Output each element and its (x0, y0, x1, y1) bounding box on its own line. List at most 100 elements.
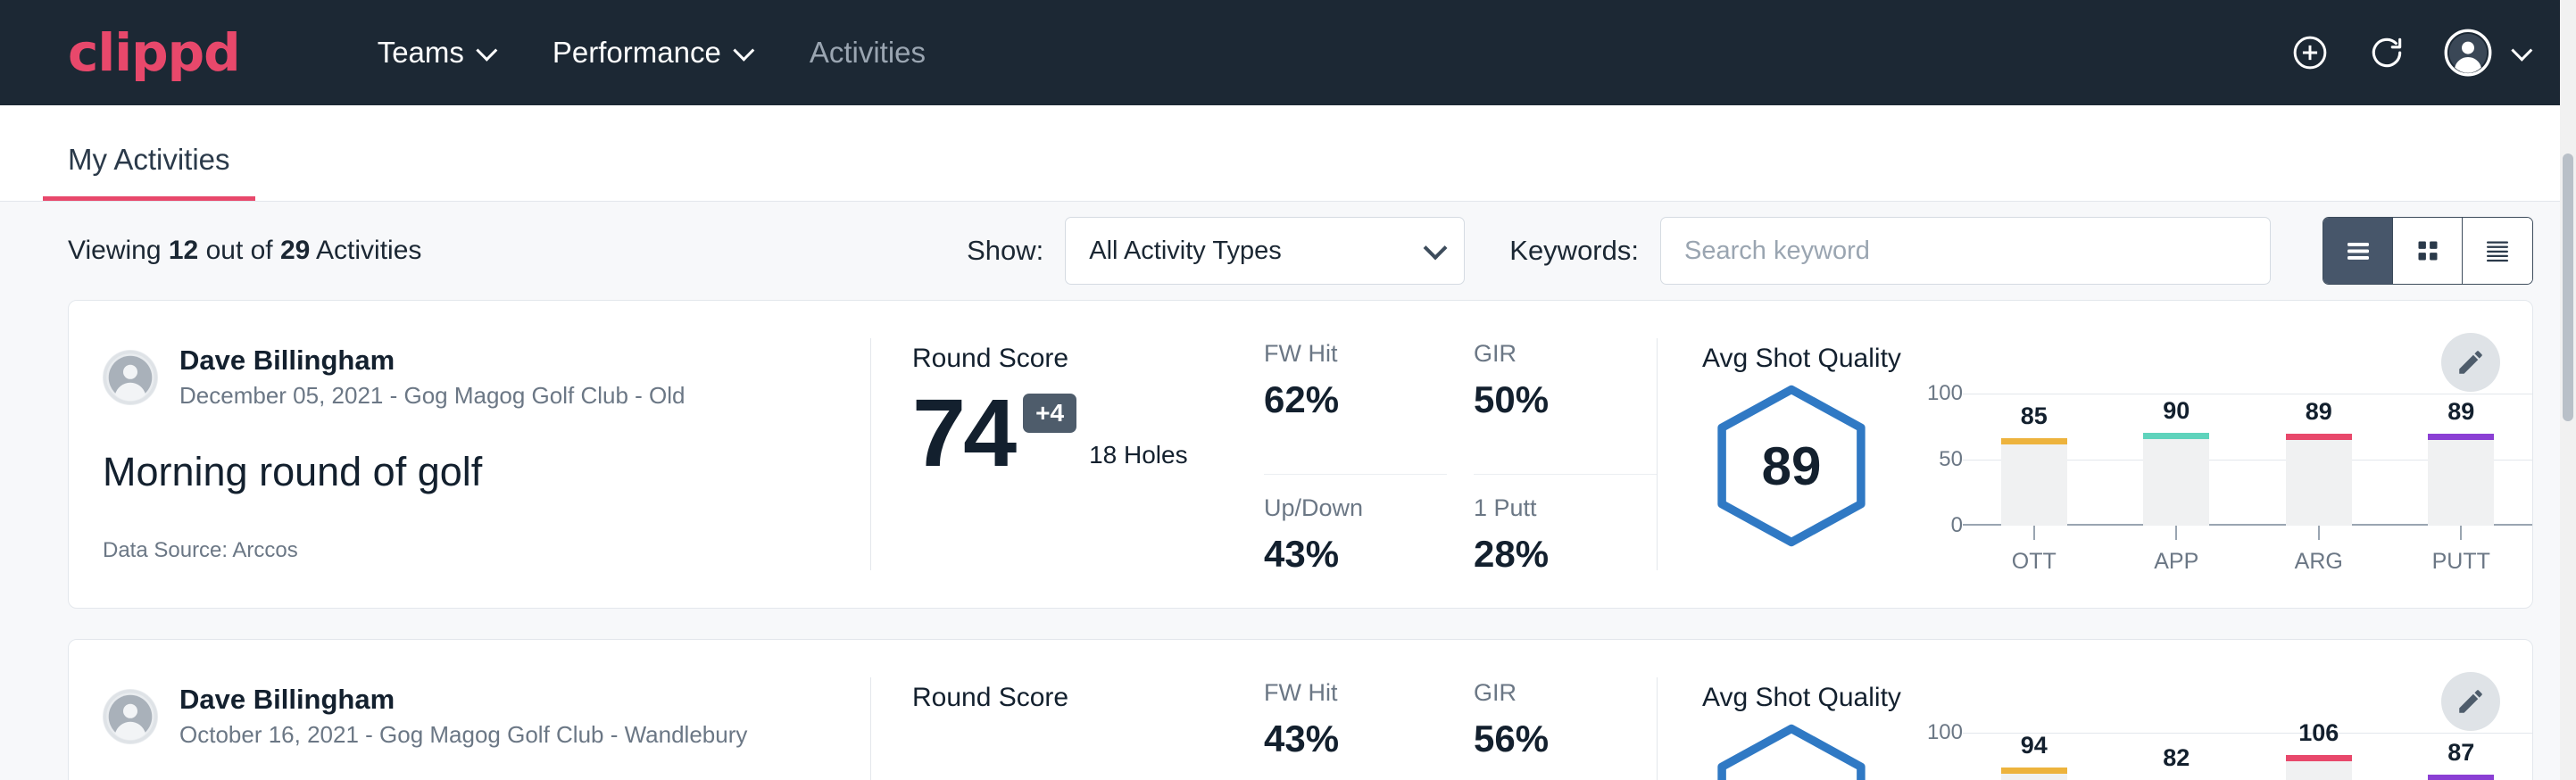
edit-activity-button[interactable] (2441, 333, 2500, 392)
scrollbar-thumb[interactable] (2563, 154, 2573, 421)
stat-fw-hit: FW Hit 62% (1264, 340, 1447, 475)
round-stats: FW Hit 43% GIR 56% (1264, 640, 1657, 780)
bar-cap (2143, 433, 2209, 439)
y-axis: 100 50 0 (1904, 733, 1963, 780)
nav-item-performance[interactable]: Performance (522, 27, 779, 79)
shot-quality-chart: 100 50 0 94 82 (1881, 720, 2532, 780)
stat-value: 56% (1474, 718, 1626, 760)
edit-activity-button[interactable] (2441, 672, 2500, 731)
bar-putt[interactable]: 87 (2428, 775, 2494, 780)
view-toggle-compact[interactable] (2463, 218, 2532, 284)
x-axis-tick (2390, 526, 2533, 540)
avatar (103, 350, 158, 405)
view-toggle-list[interactable] (2323, 218, 2393, 284)
refresh-icon[interactable] (2367, 33, 2406, 72)
bar-group: 90 (2106, 394, 2248, 526)
avatar (103, 689, 158, 744)
stat-one-putt: 1 Putt 28% (1474, 494, 1657, 609)
user-name: Dave Billingham (179, 344, 686, 378)
plus-circle-icon[interactable] (2290, 33, 2330, 72)
bar-cap (2428, 775, 2494, 780)
hexagon-icon (1707, 720, 1876, 780)
tab-bar: My Activities (0, 105, 2576, 202)
x-axis-label: OTT (1963, 549, 2106, 575)
bar-ott[interactable]: 94 (2001, 768, 2067, 780)
filter-toolbar: Viewing 12 out of 29 Activities Show: Al… (0, 202, 2576, 300)
x-axis-labels: OTTAPPARGPUTT (1963, 549, 2532, 575)
stat-value: 50% (1474, 378, 1626, 421)
bar-value-label: 85 (2001, 402, 2067, 430)
app-logo[interactable]: clippd (68, 27, 240, 79)
bar-value-label: 106 (2286, 719, 2352, 747)
quality-score-value: 89 (1762, 436, 1822, 497)
bar-value-label: 82 (2143, 744, 2209, 772)
activity-title: Morning round of golf (103, 449, 870, 495)
round-score-label: Round Score (912, 683, 1264, 713)
stat-value: 43% (1264, 533, 1417, 576)
stat-label: FW Hit (1264, 340, 1417, 368)
stat-fw-hit: FW Hit 43% (1264, 679, 1447, 780)
stat-label: FW Hit (1264, 679, 1417, 707)
list-view-icon (2342, 235, 2374, 267)
bar-cap (2001, 768, 2067, 774)
viewing-count-text: Viewing 12 out of 29 Activities (68, 236, 421, 266)
bar-group: 94 (1963, 733, 2106, 780)
user-avatar-icon (103, 689, 158, 744)
stat-up-down: Up/Down 43% (1264, 494, 1447, 609)
x-axis-tick (2106, 526, 2248, 540)
bar-app[interactable]: 90 (2143, 433, 2209, 526)
show-label: Show: (967, 235, 1043, 267)
nav-item-activities-label: Activities (810, 36, 926, 70)
tab-my-activities[interactable]: My Activities (43, 143, 255, 201)
activity-user: Dave Billingham December 05, 2021 - Gog … (103, 344, 870, 411)
stat-value: 28% (1474, 533, 1626, 576)
bar-group: 106 (2248, 733, 2390, 780)
stat-label: Up/Down (1264, 494, 1417, 522)
bar-cap (2001, 438, 2067, 444)
bar-arg[interactable]: 89 (2286, 434, 2352, 526)
toolbar-controls: Show: All Activity Types Keywords: (967, 217, 2533, 285)
page-scrollbar[interactable] (2560, 0, 2576, 780)
bar-value-label: 89 (2286, 398, 2352, 426)
nav-item-activities[interactable]: Activities (779, 27, 956, 79)
round-score-section: Round Score (871, 640, 1264, 780)
bar-group: 89 (2248, 394, 2390, 526)
viewing-total: 29 (280, 236, 310, 265)
viewing-prefix: Viewing (68, 236, 169, 265)
shot-quality-chart: 100 50 0 85 90 (1881, 381, 2532, 575)
bar-value-label: 90 (2143, 397, 2209, 425)
view-toggle-grid[interactable] (2393, 218, 2463, 284)
bar-group: 87 (2390, 733, 2533, 780)
round-stats: FW Hit 62% GIR 50% Up/Down 43% 1 Putt 28… (1264, 301, 1657, 608)
search-input[interactable] (1660, 217, 2271, 285)
user-avatar-icon (2444, 29, 2492, 77)
activity-card[interactable]: Dave Billingham October 16, 2021 - Gog M… (68, 639, 2533, 780)
bar-value-label: 89 (2428, 398, 2494, 426)
bar-ott[interactable]: 85 (2001, 438, 2067, 526)
activity-info: Dave Billingham December 05, 2021 - Gog … (69, 301, 870, 608)
activity-card[interactable]: Dave Billingham December 05, 2021 - Gog … (68, 300, 2533, 609)
chevron-down-icon (733, 39, 754, 61)
stat-label: 1 Putt (1474, 494, 1626, 522)
bar-group: 82 (2106, 733, 2248, 780)
stat-gir: GIR 56% (1474, 679, 1657, 780)
nav-item-teams[interactable]: Teams (347, 27, 522, 79)
activity-type-select[interactable]: All Activity Types (1065, 217, 1465, 285)
bar-putt[interactable]: 89 (2428, 434, 2494, 526)
view-toggle-group (2323, 217, 2533, 285)
x-axis-label: ARG (2248, 549, 2390, 575)
nav-item-performance-label: Performance (553, 36, 721, 70)
y-axis-tick-label: 0 (1951, 513, 1963, 538)
pencil-icon (2456, 347, 2486, 378)
pencil-icon (2456, 686, 2486, 717)
viewing-count: 12 (169, 236, 198, 265)
bar-arg[interactable]: 106 (2286, 755, 2352, 780)
bar-cap (2428, 434, 2494, 440)
round-score-value: 74 (912, 388, 1014, 477)
viewing-suffix: Activities (310, 236, 421, 265)
user-menu[interactable] (2444, 29, 2527, 77)
avg-shot-quality-body: 100 50 0 94 82 (1702, 720, 2532, 780)
stat-label: GIR (1474, 679, 1626, 707)
round-score-section: Round Score 74 +4 18 Holes (871, 301, 1264, 608)
activity-type-value: All Activity Types (1089, 236, 1281, 266)
